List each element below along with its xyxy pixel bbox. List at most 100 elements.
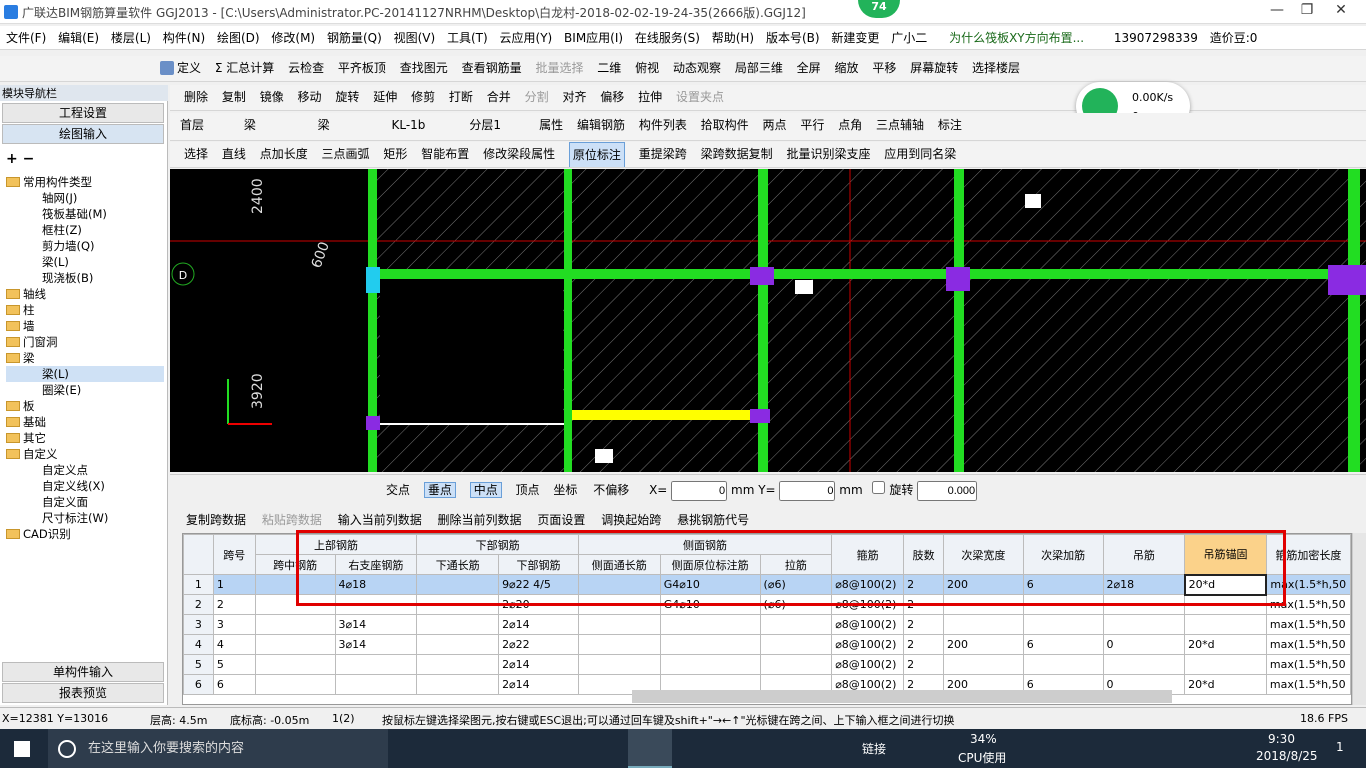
taskbar-search[interactable]: 在这里输入你要搜索的内容 xyxy=(48,729,388,768)
grid-vertical-scrollbar[interactable] xyxy=(1352,533,1366,705)
floor-select[interactable]: 首层 xyxy=(180,113,230,137)
table-cell[interactable]: 3⌀14 xyxy=(334,634,418,655)
tree-item[interactable]: CAD识别 xyxy=(6,526,164,542)
snap-midpoint[interactable]: 中点 xyxy=(469,482,502,498)
taskbar-app-ggj[interactable] xyxy=(628,729,672,768)
menu-online[interactable]: 在线服务(S) xyxy=(635,26,700,49)
tree-item[interactable]: 框柱(Z) xyxy=(6,222,164,238)
select-button[interactable]: 选择 xyxy=(184,142,208,166)
table-cell[interactable]: 2 xyxy=(903,614,945,635)
table-cell[interactable] xyxy=(1102,654,1186,675)
tree-item[interactable]: 板 xyxy=(6,398,164,414)
zoom-dropdown[interactable]: 缩放 xyxy=(835,56,859,80)
delete-button[interactable]: 删除 xyxy=(184,85,208,109)
menu-bim[interactable]: BIM应用(I) xyxy=(564,26,623,49)
table-cell[interactable] xyxy=(577,654,661,675)
menu-edit[interactable]: 编辑(E) xyxy=(58,26,99,49)
table-cell[interactable] xyxy=(416,614,500,635)
tree-item[interactable]: 柱 xyxy=(6,302,164,318)
break-button[interactable]: 打断 xyxy=(449,85,473,109)
tree-item[interactable]: 轴网(J) xyxy=(6,190,164,206)
cantilever-code-button[interactable]: 悬挑钢筋代号 xyxy=(677,509,749,531)
table-cell[interactable] xyxy=(759,654,833,675)
clock-date[interactable]: 2018/8/25 xyxy=(1256,749,1318,763)
drawing-canvas[interactable]: D 2400 600 3920 xyxy=(170,169,1366,472)
mirror-button[interactable]: 镜像 xyxy=(260,85,284,109)
copy-span-button[interactable]: 复制跨数据 xyxy=(186,509,246,531)
offset-button[interactable]: 偏移 xyxy=(600,85,624,109)
table-row[interactable]: 4 4 3⌀14 2⌀22 ⌀8@100(2) 2 200 6 0 20*d max(1.5*h,5… xyxy=(183,634,1351,655)
table-cell[interactable] xyxy=(416,674,500,695)
offset-mode-select[interactable]: 不偏移 xyxy=(593,483,629,497)
single-component-button[interactable]: 单构件输入 xyxy=(2,662,164,682)
point-angle-button[interactable]: 点角 xyxy=(838,113,862,137)
three-point-arc-button[interactable]: 三点画弧 xyxy=(322,142,370,166)
tree-item[interactable]: 墙 xyxy=(6,318,164,334)
table-cell[interactable] xyxy=(1184,654,1267,675)
screen-rotate-dropdown[interactable]: 屏幕旋转 xyxy=(910,56,958,80)
re-extract-span-button[interactable]: 重提梁跨 xyxy=(639,142,687,166)
table-cell[interactable]: 200 xyxy=(943,634,1024,655)
snap-vertex[interactable]: 顶点 xyxy=(516,483,540,497)
table-cell[interactable]: 2 xyxy=(903,634,945,655)
table-cell[interactable]: 20*d xyxy=(1184,674,1267,695)
dynamic-view-button[interactable]: 动态观察 xyxy=(673,56,721,80)
point-length-button[interactable]: 点加长度 xyxy=(260,142,308,166)
table-cell[interactable] xyxy=(1022,614,1104,635)
cloud-check-button[interactable]: 云检查 xyxy=(288,56,324,80)
fullscreen-button[interactable]: 全屏 xyxy=(797,56,821,80)
tree-item[interactable]: 自定义 xyxy=(6,446,164,462)
stretch-button[interactable]: 拉伸 xyxy=(638,85,662,109)
tree-item[interactable]: 梁(L) xyxy=(6,366,164,382)
menu-guangxiaoer[interactable]: 广小二 xyxy=(891,26,927,49)
snap-coordinate[interactable]: 坐标 xyxy=(553,483,577,497)
table-cell[interactable] xyxy=(416,654,500,675)
table-cell[interactable]: ⌀8@100(2) xyxy=(831,614,905,635)
table-cell[interactable] xyxy=(334,674,418,695)
menu-draw[interactable]: 绘图(D) xyxy=(217,26,260,49)
menu-coins[interactable]: 造价豆:0 xyxy=(1210,26,1258,49)
table-cell[interactable]: 2⌀14 xyxy=(498,614,579,635)
snap-intersection[interactable]: 交点 xyxy=(386,483,410,497)
tree-item[interactable]: 筏板基础(M) xyxy=(6,206,164,222)
view-rebar-button[interactable]: 查看钢筋量 xyxy=(462,56,522,80)
table-cell[interactable] xyxy=(659,654,761,675)
set-grip-button[interactable]: 设置夹点 xyxy=(676,85,724,109)
menu-file[interactable]: 文件(F) xyxy=(6,26,46,49)
menu-modify[interactable]: 修改(M) xyxy=(271,26,315,49)
column-beam[interactable] xyxy=(758,169,768,472)
properties-button[interactable]: 属性 xyxy=(539,113,563,137)
project-settings-button[interactable]: 工程设置 xyxy=(2,103,164,123)
table-cell[interactable] xyxy=(1102,614,1186,635)
tree-item[interactable]: 基础 xyxy=(6,414,164,430)
tree-item[interactable]: 梁(L) xyxy=(6,254,164,270)
menu-phone[interactable]: 13907298339 xyxy=(1114,26,1198,49)
local-3d-button[interactable]: 局部三维 xyxy=(735,56,783,80)
move-button[interactable]: 移动 xyxy=(298,85,322,109)
top-view-dropdown[interactable]: 俯视 xyxy=(635,56,659,80)
pan-dropdown[interactable]: 平移 xyxy=(872,56,896,80)
two-point-button[interactable]: 两点 xyxy=(763,113,787,137)
minimize-button[interactable]: — xyxy=(1262,2,1292,22)
table-cell[interactable]: 2⌀14 xyxy=(498,674,579,695)
table-row[interactable]: 3 3 3⌀14 2⌀14 ⌀8@100(2) 2 max(1.5*h,50 xyxy=(183,614,1351,635)
batch-identify-support-button[interactable]: 批量识别梁支座 xyxy=(786,142,870,166)
table-cell[interactable] xyxy=(254,674,336,695)
rotate-checkbox[interactable] xyxy=(872,481,886,494)
table-cell[interactable]: ⌀8@100(2) xyxy=(831,654,905,675)
merge-button[interactable]: 合并 xyxy=(487,85,511,109)
table-cell[interactable]: 6 xyxy=(212,674,256,695)
table-cell[interactable]: max(1.5*h,50 xyxy=(1265,654,1351,675)
pick-component-button[interactable]: 拾取构件 xyxy=(701,113,749,137)
table-cell[interactable] xyxy=(659,614,761,635)
paste-span-button[interactable]: 粘贴跨数据 xyxy=(262,509,322,531)
table-cell[interactable]: 2 xyxy=(212,594,256,615)
table-cell[interactable]: 2⌀22 xyxy=(498,634,579,655)
tree-item[interactable]: 自定义点 xyxy=(6,462,164,478)
menu-view[interactable]: 视图(V) xyxy=(394,26,436,49)
table-cell[interactable] xyxy=(1022,654,1104,675)
table-cell[interactable] xyxy=(1184,614,1267,635)
menu-component[interactable]: 构件(N) xyxy=(163,26,205,49)
menu-floor[interactable]: 楼层(L) xyxy=(111,26,151,49)
table-cell[interactable] xyxy=(416,634,500,655)
